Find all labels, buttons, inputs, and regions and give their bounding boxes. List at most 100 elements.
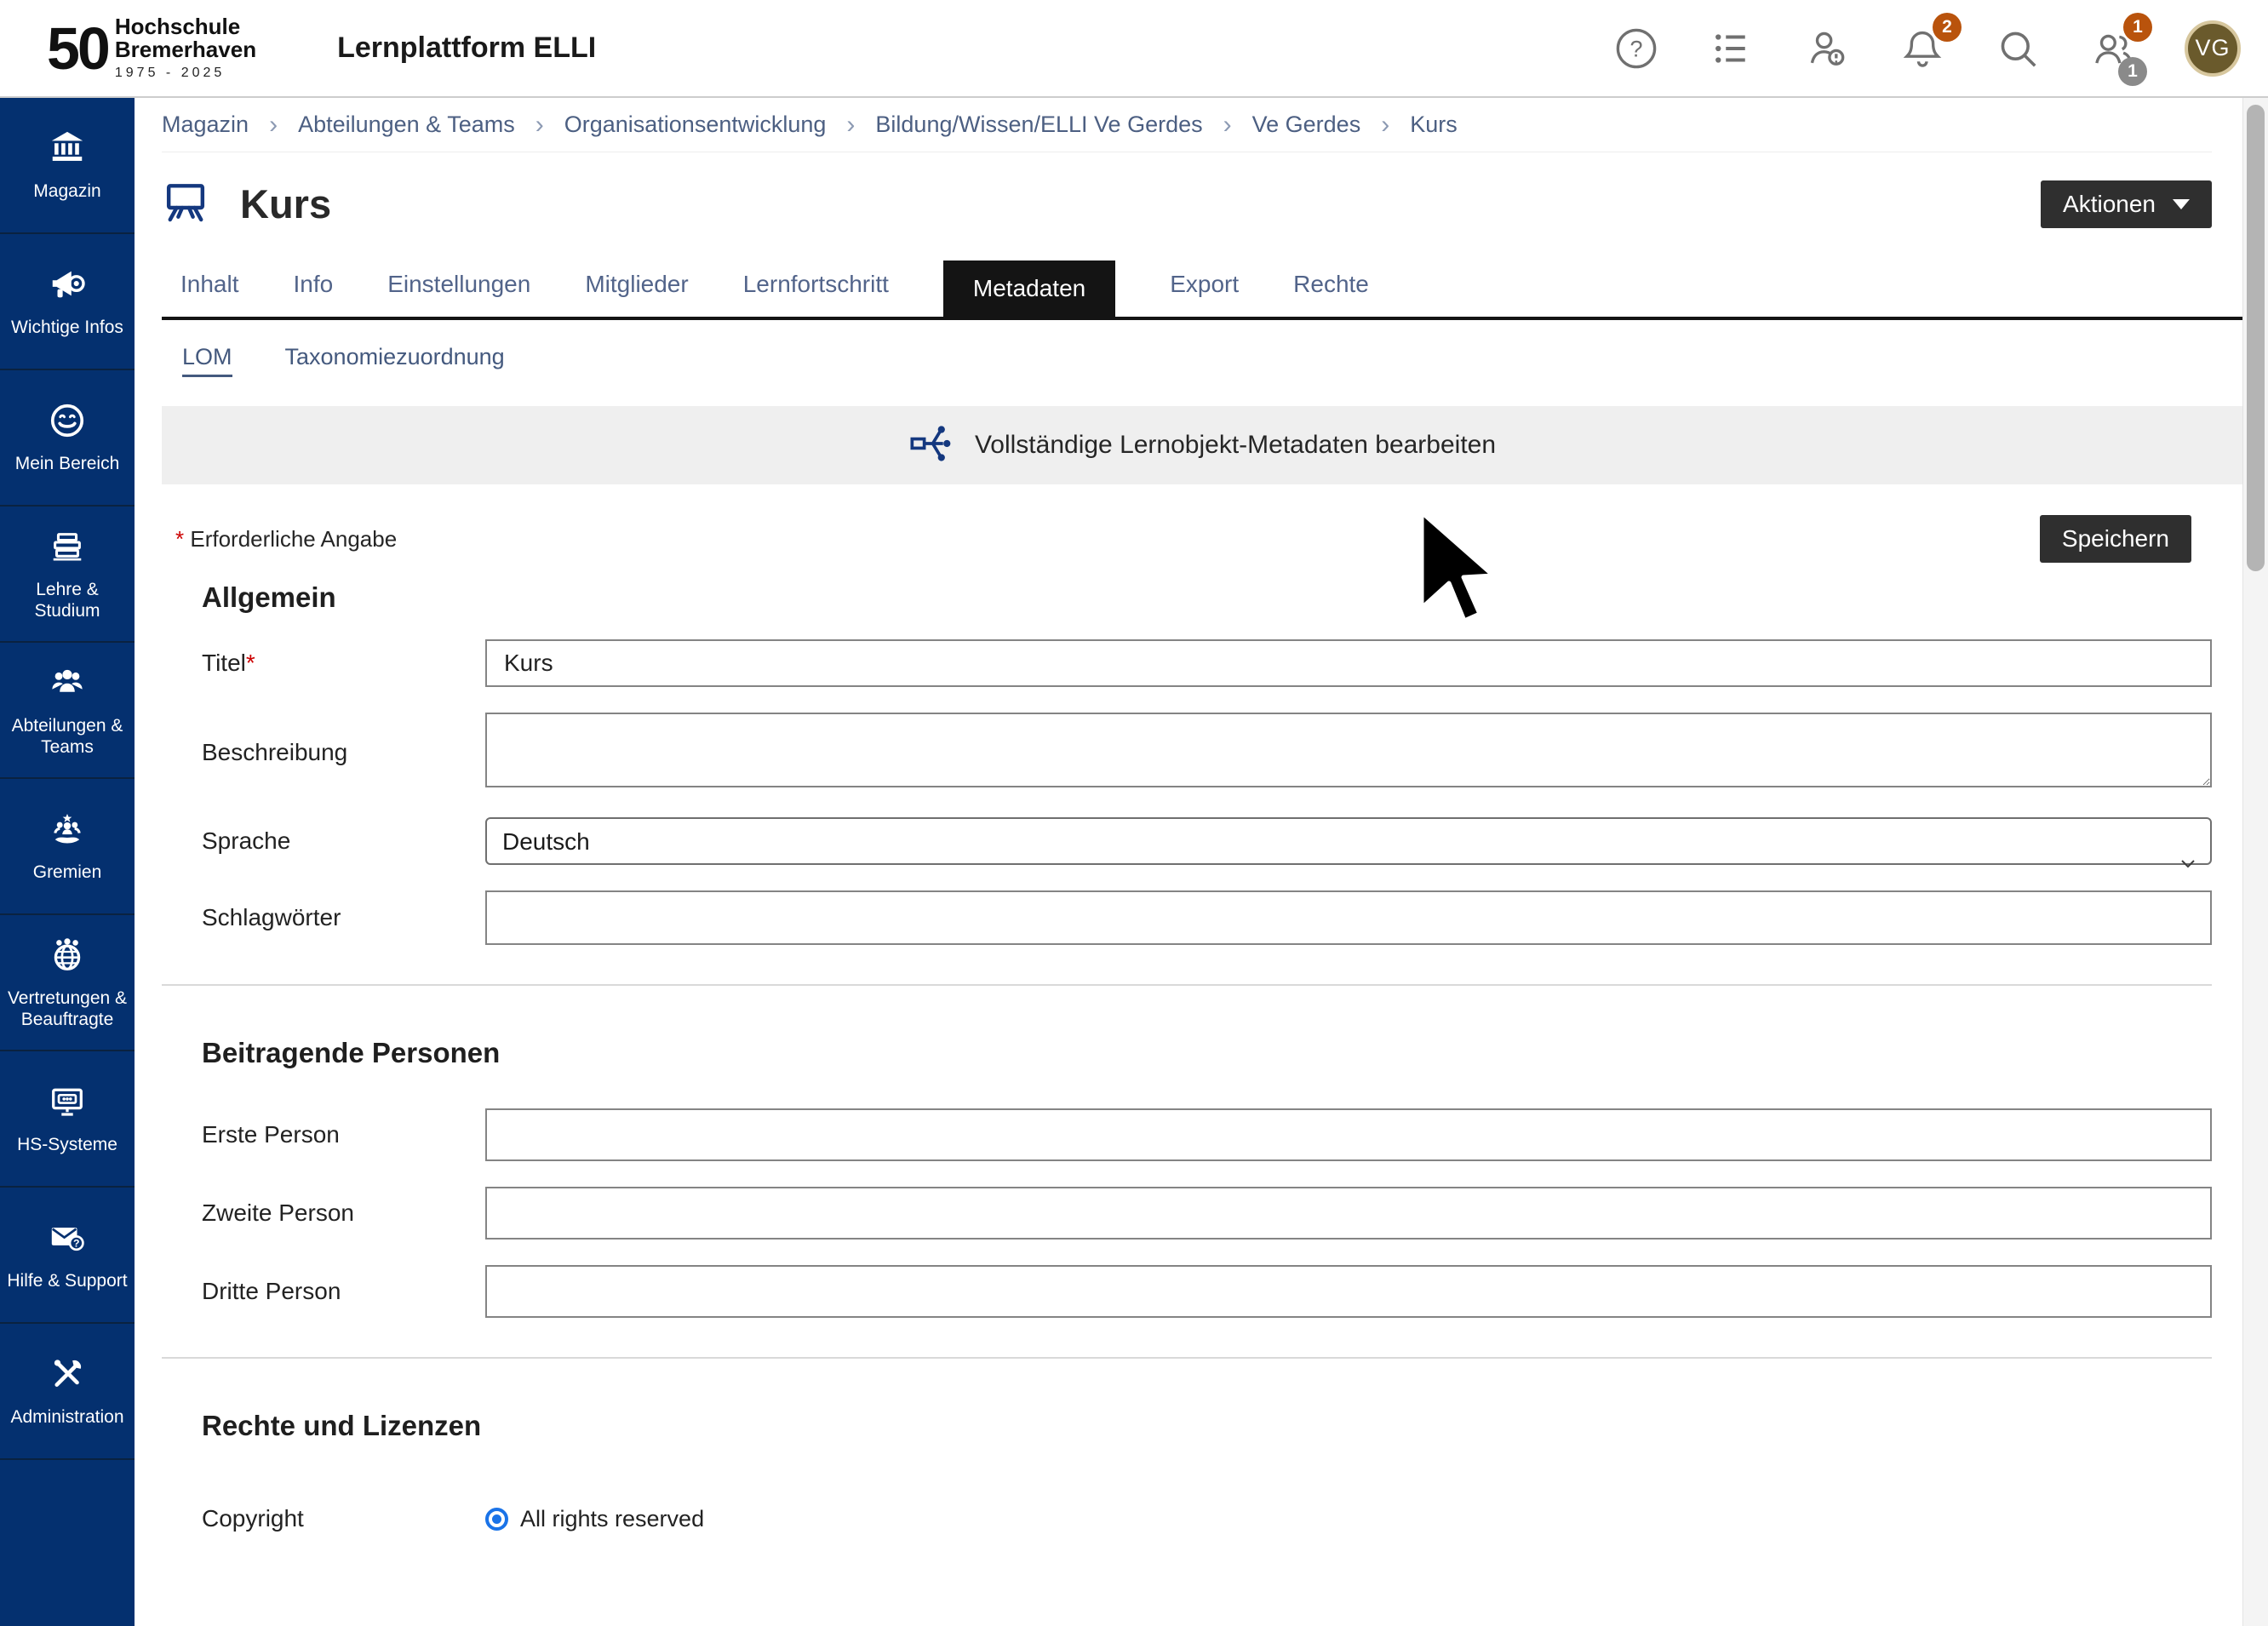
section-divider	[162, 1357, 2212, 1359]
smiley-icon	[48, 401, 87, 444]
section-heading-allgemein: Allgemein	[202, 581, 2212, 614]
tab-bar: Inhalt Info Einstellungen Mitglieder Ler…	[162, 261, 2242, 320]
notifications-bell-icon[interactable]: 2	[1899, 25, 1946, 72]
required-hint: * Erforderliche Angabe	[162, 526, 397, 552]
books-icon	[48, 527, 87, 570]
aktionen-button[interactable]: Aktionen	[2041, 180, 2212, 228]
main-sidebar: Magazin Wichtige Infos Mein Bereich Lehr…	[0, 98, 135, 1626]
chevron-right-icon: ›	[846, 111, 855, 140]
sidebar-filler	[0, 1460, 135, 1626]
speichern-button[interactable]: Speichern	[2040, 515, 2191, 563]
subtab-taxonomiezuordnung[interactable]: Taxonomiezuordnung	[285, 344, 505, 377]
monitor-icon	[48, 1082, 87, 1125]
chevron-right-icon: ›	[1223, 111, 1232, 140]
breadcrumb-link[interactable]: Kurs	[1410, 112, 1458, 138]
sidebar-item-hs-systeme[interactable]: HS-Systeme	[0, 1051, 135, 1188]
dritte-person-input[interactable]	[485, 1265, 2212, 1318]
schlagwoerter-label: Schlagwörter	[162, 904, 485, 931]
breadcrumb-link[interactable]: Ve Gerdes	[1252, 112, 1361, 138]
header-icon-bar: ?	[1612, 20, 2268, 77]
required-star: *	[175, 526, 184, 552]
mail-question-icon: ?	[48, 1218, 87, 1262]
dritte-person-label: Dritte Person	[162, 1278, 485, 1305]
tab-einstellungen[interactable]: Einstellungen	[387, 271, 530, 317]
section-divider	[162, 984, 2212, 986]
tab-lernfortschritt[interactable]: Lernfortschritt	[743, 271, 889, 317]
erste-person-input[interactable]	[485, 1108, 2212, 1161]
tools-icon	[48, 1354, 87, 1398]
titel-input[interactable]	[485, 639, 2212, 687]
breadcrumb: Magazin › Abteilungen & Teams › Organisa…	[162, 98, 2212, 152]
sidebar-item-administration[interactable]: Administration	[0, 1324, 135, 1460]
bank-icon	[48, 129, 87, 172]
list-icon[interactable]	[1708, 25, 1755, 72]
sidebar-item-lehre-studium[interactable]: Lehre & Studium	[0, 507, 135, 643]
globe-people-icon	[48, 936, 87, 979]
tab-rechte[interactable]: Rechte	[1293, 271, 1369, 317]
help-icon[interactable]: ?	[1612, 25, 1660, 72]
tab-inhalt[interactable]: Inhalt	[180, 271, 239, 317]
beschreibung-label: Beschreibung	[162, 739, 485, 766]
copyright-option-label: All rights reserved	[520, 1506, 704, 1532]
share-nodes-icon	[908, 421, 953, 470]
logo-50: 50	[47, 19, 108, 78]
caret-down-icon	[2173, 199, 2190, 209]
titel-required-star: *	[246, 650, 255, 676]
titel-label: Titel*	[162, 650, 485, 677]
sidebar-item-gremien[interactable]: Gremien	[0, 779, 135, 915]
logo-name-line1: Hochschule	[115, 15, 256, 38]
schlagwoerter-input[interactable]	[485, 890, 2212, 945]
chevron-right-icon: ›	[536, 111, 544, 140]
scrollbar-thumb[interactable]	[2247, 105, 2265, 571]
breadcrumb-link[interactable]: Bildung/Wissen/ELLI Ve Gerdes	[875, 112, 1202, 138]
svg-text:?: ?	[1629, 36, 1642, 61]
subtab-lom[interactable]: LOM	[182, 344, 232, 377]
tab-mitglieder[interactable]: Mitglieder	[585, 271, 688, 317]
contacts-icon[interactable]: 1 1	[2089, 25, 2137, 72]
sidebar-item-magazin[interactable]: Magazin	[0, 98, 135, 234]
section-heading-beitragende: Beitragende Personen	[202, 1037, 2212, 1069]
breadcrumb-link[interactable]: Abteilungen & Teams	[298, 112, 515, 138]
metadata-form: Titel* Beschreibung Sprache Deutsch	[162, 639, 2212, 1532]
copyright-label: Copyright	[162, 1505, 485, 1532]
banner-label: Vollständige Lernobjekt-Metadaten bearbe…	[975, 431, 1496, 460]
chevron-right-icon: ›	[269, 111, 278, 140]
logo-name-line2: Bremerhaven	[115, 38, 256, 61]
course-board-icon	[162, 178, 209, 230]
tab-info[interactable]: Info	[294, 271, 334, 317]
sidebar-item-vertretungen[interactable]: Vertretungen & Beauftragte	[0, 915, 135, 1051]
sprache-select[interactable]: Deutsch	[485, 817, 2212, 865]
svg-text:?: ?	[73, 1237, 79, 1249]
breadcrumb-link[interactable]: Organisationsentwicklung	[564, 112, 827, 138]
notifications-badge: 2	[1933, 13, 1962, 42]
logo-years: 1975 - 2025	[115, 66, 256, 81]
erste-person-label: Erste Person	[162, 1121, 485, 1148]
beschreibung-textarea[interactable]	[485, 713, 2212, 787]
zweite-person-label: Zweite Person	[162, 1199, 485, 1227]
contacts-badge-top: 1	[2123, 13, 2152, 42]
tab-metadaten[interactable]: Metadaten	[943, 261, 1115, 317]
megaphone-icon	[48, 265, 87, 308]
main-content: Magazin › Abteilungen & Teams › Organisa…	[135, 98, 2242, 1626]
tab-export[interactable]: Export	[1170, 271, 1239, 317]
sidebar-item-wichtige-infos[interactable]: Wichtige Infos	[0, 234, 135, 370]
awareness-person-icon[interactable]	[1803, 25, 1851, 72]
app-title: Lernplattform ELLI	[337, 31, 596, 65]
page: 50 Hochschule Bremerhaven 1975 - 2025 Le…	[0, 0, 2268, 1626]
section-heading-rechte: Rechte und Lizenzen	[202, 1410, 2212, 1442]
breadcrumb-link[interactable]: Magazin	[162, 112, 249, 138]
user-avatar[interactable]: VG	[2185, 20, 2241, 77]
people-group-icon	[48, 663, 87, 707]
chevron-right-icon: ›	[1381, 111, 1389, 140]
edit-full-metadata-banner[interactable]: Vollständige Lernobjekt-Metadaten bearbe…	[162, 406, 2242, 484]
sidebar-item-hilfe-support[interactable]: ? Hilfe & Support	[0, 1188, 135, 1324]
copyright-radio-group[interactable]: All rights reserved	[485, 1506, 704, 1532]
subtab-bar: LOM Taxonomiezuordnung	[162, 344, 2212, 377]
sidebar-item-abteilungen-teams[interactable]: Abteilungen & Teams	[0, 643, 135, 779]
copyright-radio-selected[interactable]	[485, 1508, 508, 1531]
search-icon[interactable]	[1994, 25, 2042, 72]
zweite-person-input[interactable]	[485, 1187, 2212, 1240]
page-title: Kurs	[240, 180, 331, 227]
contacts-badge-bottom: 1	[2118, 57, 2147, 86]
sidebar-item-mein-bereich[interactable]: Mein Bereich	[0, 370, 135, 507]
